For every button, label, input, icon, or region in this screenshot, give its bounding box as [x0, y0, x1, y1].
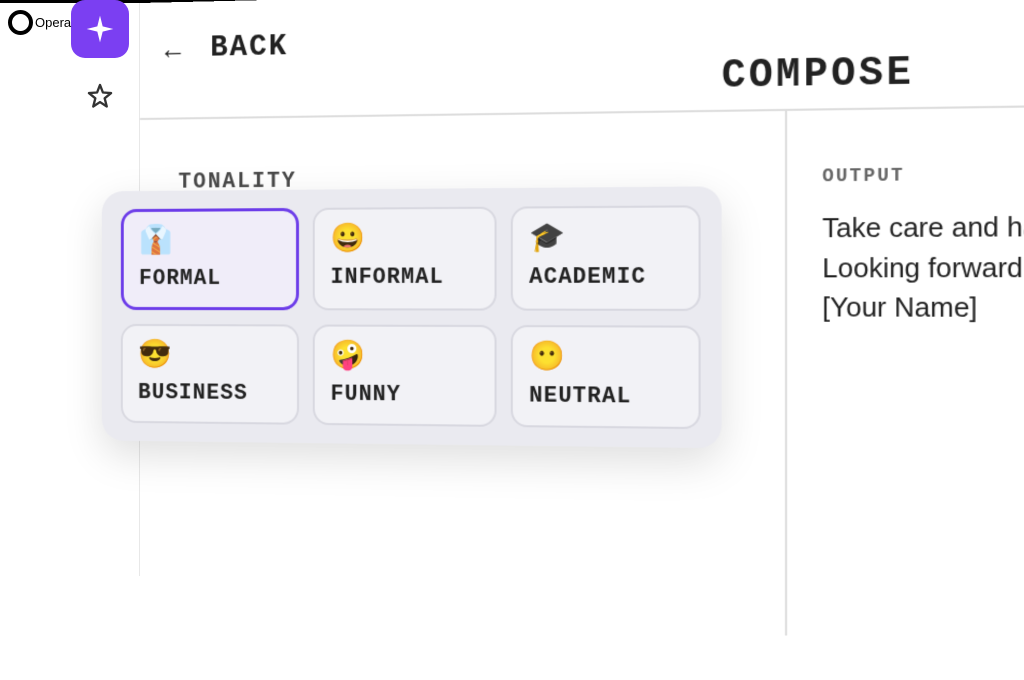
back-label: BACK [210, 30, 288, 66]
tonality-option-informal[interactable]: 😀 INFORMAL [313, 207, 497, 311]
no-mouth-face-icon: 😶 [529, 342, 565, 371]
output-panel: OUTPUT Take care and ha Looking forward … [785, 103, 1024, 648]
tonality-option-label: NEUTRAL [529, 383, 631, 410]
grinning-face-icon: 😀 [330, 224, 365, 253]
tonality-picker: 👔 FORMAL 😀 INFORMAL 🎓 ACADEMIC 😎 BUSINES… [102, 186, 722, 448]
opera-logo: Opera [8, 10, 71, 35]
page-title: COMPOSE [722, 51, 915, 100]
opera-brand-name: Opera [35, 15, 71, 30]
graduation-cap-icon: 🎓 [529, 223, 565, 252]
tonality-option-business[interactable]: 😎 BUSINESS [121, 324, 299, 425]
tonality-option-label: ACADEMIC [529, 264, 646, 290]
sparkle-icon [84, 13, 116, 45]
sidebar-favorites-button[interactable] [84, 80, 116, 112]
tonality-option-label: FORMAL [139, 266, 221, 291]
opera-logo-icon [8, 10, 33, 35]
main-content: ← BACK COMPOSE TONALITY 👔 FORMAL 😀 INFOR… [140, 0, 1024, 680]
tonality-option-label: BUSINESS [138, 380, 248, 406]
star-outline-icon [86, 82, 114, 110]
back-arrow-icon: ← [159, 33, 186, 66]
sidebar-ai-button[interactable] [71, 0, 129, 58]
tonality-option-neutral[interactable]: 😶 NEUTRAL [511, 325, 701, 429]
output-label: OUTPUT [822, 163, 1024, 188]
tonality-option-formal[interactable]: 👔 FORMAL [121, 208, 299, 310]
tonality-option-label: FUNNY [330, 381, 401, 407]
output-text: Take care and ha Looking forward [Your N… [822, 206, 1024, 329]
zany-face-icon: 🤪 [330, 341, 365, 370]
tonality-option-funny[interactable]: 🤪 FUNNY [313, 324, 497, 426]
necktie-icon: 👔 [139, 226, 172, 254]
tonality-option-academic[interactable]: 🎓 ACADEMIC [511, 205, 701, 311]
tonality-option-label: INFORMAL [330, 264, 443, 290]
sunglasses-face-icon: 😎 [138, 340, 171, 368]
